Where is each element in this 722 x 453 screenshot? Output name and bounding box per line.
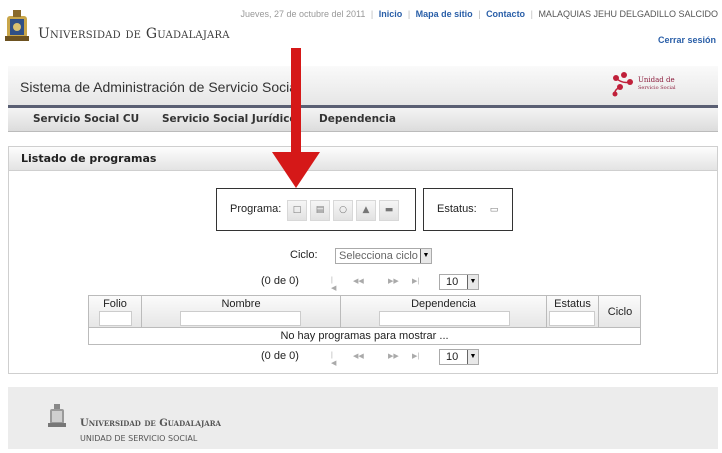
first-page-icon[interactable]: |◀ bbox=[331, 352, 336, 367]
ciclo-label: Ciclo: bbox=[290, 249, 318, 261]
logout-link[interactable]: Cerrar sesión bbox=[658, 35, 716, 45]
col-estatus[interactable]: Estatus bbox=[547, 296, 599, 328]
first-page-icon[interactable]: |◀ bbox=[331, 277, 336, 292]
col-estatus-label: Estatus bbox=[554, 298, 591, 310]
link-contacto[interactable]: Contacto bbox=[486, 9, 525, 19]
last-page-icon[interactable]: ▶| bbox=[412, 277, 419, 285]
logo-text-line1: Unidad de bbox=[638, 76, 675, 84]
estatus-toolbar: Estatus: ▭ bbox=[423, 188, 513, 231]
col-dependencia-label: Dependencia bbox=[411, 298, 476, 310]
empty-message: No hay programas para mostrar ... bbox=[280, 330, 449, 342]
view-icon[interactable]: ○ bbox=[333, 200, 353, 221]
footer-university: Universidad de Guadalajara bbox=[80, 418, 221, 429]
red-arrow-shaft bbox=[291, 48, 301, 156]
ciclo-select[interactable]: Selecciona ciclo ▼ bbox=[335, 248, 432, 264]
pager-count: (0 de 0) bbox=[261, 350, 299, 362]
col-nombre-label: Nombre bbox=[221, 298, 261, 310]
footer: Universidad de Guadalajara UNIDAD DE SER… bbox=[8, 387, 718, 449]
servicio-social-logo: Unidad de Servicio Social bbox=[610, 70, 690, 100]
col-ciclo-label: Ciclo bbox=[607, 306, 633, 318]
col-dependencia[interactable]: Dependencia bbox=[341, 296, 547, 328]
chevron-down-icon[interactable]: ▼ bbox=[467, 350, 478, 364]
top-links: Jueves, 27 de octubre del 2011 | Inicio … bbox=[240, 9, 718, 19]
system-title: Sistema de Administración de Servicio So… bbox=[20, 79, 301, 95]
estatus-label: Estatus: bbox=[437, 203, 477, 215]
dependencia-filter-input[interactable] bbox=[379, 311, 510, 326]
chevron-down-icon[interactable]: ▼ bbox=[420, 249, 431, 263]
university-crest-icon bbox=[5, 10, 29, 41]
chevron-down-icon[interactable]: ▼ bbox=[467, 275, 478, 289]
page-size-select[interactable]: 10 ▼ bbox=[439, 274, 479, 290]
delete-icon[interactable]: ▲ bbox=[356, 200, 376, 221]
menu-dependencia[interactable]: Dependencia bbox=[319, 113, 396, 125]
panel-title: Listado de programas bbox=[21, 152, 157, 165]
next-page-icon[interactable]: ▶▶ bbox=[388, 352, 399, 360]
programa-label: Programa: bbox=[230, 203, 282, 215]
main-menu: Servicio Social CU Servicio Social Juríd… bbox=[8, 108, 718, 132]
col-folio[interactable]: Folio bbox=[89, 296, 142, 328]
link-mapa-de-sitio[interactable]: Mapa de sitio bbox=[416, 9, 473, 19]
servicio-social-logo-icon bbox=[612, 72, 633, 97]
edit-icon[interactable]: ▤ bbox=[310, 200, 330, 221]
nombre-filter-input[interactable] bbox=[180, 311, 301, 326]
prev-page-icon[interactable]: ◀◀ bbox=[353, 277, 364, 285]
table-header: Folio Nombre Dependencia Estatus Ciclo bbox=[89, 296, 640, 328]
footer-crest-icon bbox=[48, 404, 66, 427]
status-icon[interactable]: ▭ bbox=[484, 200, 504, 221]
new-icon[interactable]: □ bbox=[287, 200, 307, 221]
page-size-value: 10 bbox=[446, 351, 459, 363]
ciclo-select-value: Selecciona ciclo bbox=[339, 250, 418, 262]
programs-table: Folio Nombre Dependencia Estatus Ciclo N… bbox=[88, 295, 641, 345]
pager-count: (0 de 0) bbox=[261, 275, 299, 287]
col-nombre[interactable]: Nombre bbox=[142, 296, 341, 328]
red-arrow-icon bbox=[272, 152, 320, 188]
top-header: Universidad de Guadalajara Jueves, 27 de… bbox=[0, 0, 722, 60]
page-size-select[interactable]: 10 ▼ bbox=[439, 349, 479, 365]
print-icon[interactable]: ▬ bbox=[379, 200, 399, 221]
programs-panel: Listado de programas Programa: □ ▤ ○ ▲ ▬… bbox=[8, 146, 718, 374]
logo-text-line2: Servicio Social bbox=[638, 85, 676, 91]
last-page-icon[interactable]: ▶| bbox=[412, 352, 419, 360]
link-inicio[interactable]: Inicio bbox=[379, 9, 403, 19]
folio-filter-input[interactable] bbox=[99, 311, 132, 326]
next-page-icon[interactable]: ▶▶ bbox=[388, 277, 399, 285]
system-banner: Sistema de Administración de Servicio So… bbox=[8, 66, 718, 108]
user-name: MALAQUIAS JEHU DELGADILLO SALCIDO bbox=[538, 9, 718, 19]
panel-header: Listado de programas bbox=[9, 147, 717, 171]
col-folio-label: Folio bbox=[103, 298, 127, 310]
programa-toolbar: Programa: □ ▤ ○ ▲ ▬ bbox=[216, 188, 416, 231]
university-name: Universidad de Guadalajara bbox=[38, 26, 230, 42]
col-ciclo[interactable]: Ciclo bbox=[599, 296, 641, 328]
footer-unit: UNIDAD DE SERVICIO SOCIAL bbox=[80, 434, 198, 443]
menu-servicio-social-juridico[interactable]: Servicio Social Jurídico bbox=[162, 113, 297, 125]
estatus-filter-input[interactable] bbox=[549, 311, 595, 326]
current-date: Jueves, 27 de octubre del 2011 bbox=[240, 9, 366, 19]
prev-page-icon[interactable]: ◀◀ bbox=[353, 352, 364, 360]
menu-servicio-social-cu[interactable]: Servicio Social CU bbox=[33, 113, 139, 125]
page-size-value: 10 bbox=[446, 276, 459, 288]
